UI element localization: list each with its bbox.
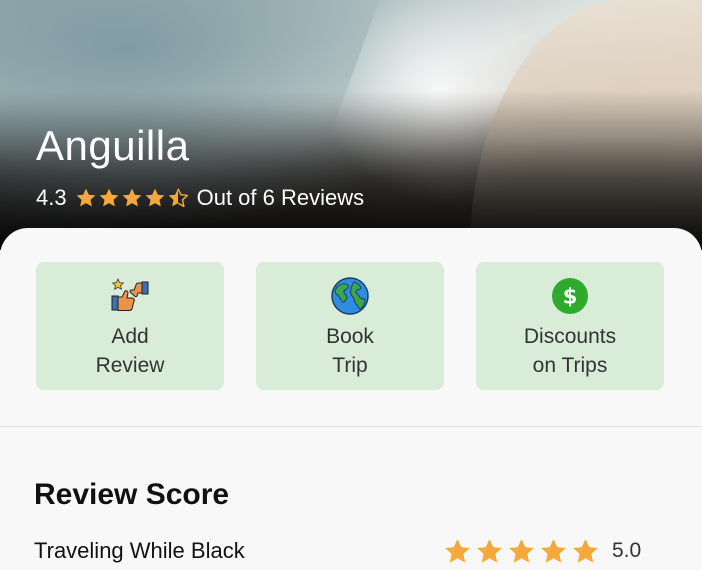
star-icon bbox=[76, 188, 95, 207]
score-category-value: 5.0 bbox=[612, 539, 642, 562]
discounts-button[interactable]: $ Discounts on Trips bbox=[476, 262, 664, 390]
book-trip-label: Book Trip bbox=[256, 322, 444, 380]
book-trip-label-line1: Book bbox=[326, 325, 374, 348]
discounts-label-line2: on Trips bbox=[532, 354, 608, 377]
star-icon bbox=[122, 188, 141, 207]
content-sheet: Add Review Book Trip $ Discounts on Trip… bbox=[0, 228, 702, 570]
reviews-count-text: Out of 6 Reviews bbox=[196, 185, 365, 210]
star-icon bbox=[145, 188, 164, 207]
star-icon bbox=[99, 188, 118, 207]
rating-value: 4.3 bbox=[36, 185, 67, 210]
hero-banner: Anguilla 4.3 Out of 6 Reviews bbox=[0, 0, 702, 250]
star-icon bbox=[541, 539, 566, 563]
star-icon bbox=[573, 539, 598, 563]
star-icon bbox=[445, 539, 470, 563]
svg-text:$: $ bbox=[563, 285, 578, 309]
hero-shade bbox=[0, 90, 702, 250]
book-trip-button[interactable]: Book Trip bbox=[256, 262, 444, 390]
star-icon bbox=[477, 539, 502, 563]
add-review-label-line1: Add bbox=[111, 325, 149, 348]
half-star-icon bbox=[168, 188, 188, 208]
review-score-title: Review Score bbox=[34, 478, 230, 511]
score-category-label: Traveling While Black bbox=[34, 538, 245, 563]
thumbs-review-icon bbox=[111, 278, 149, 311]
add-review-button[interactable]: Add Review bbox=[36, 262, 224, 390]
dollar-coin-icon: $ bbox=[552, 278, 588, 314]
add-review-label-line2: Review bbox=[95, 354, 165, 377]
star-icon bbox=[509, 539, 534, 563]
section-divider bbox=[0, 426, 702, 427]
place-title: Anguilla bbox=[36, 122, 190, 169]
book-trip-label-line2: Trip bbox=[332, 354, 368, 377]
discounts-label-line1: Discounts bbox=[523, 325, 617, 348]
score-category-stars bbox=[443, 537, 600, 566]
add-review-label: Add Review bbox=[36, 322, 224, 380]
globe-icon bbox=[331, 277, 369, 315]
rating-stars bbox=[75, 187, 189, 209]
discounts-label: Discounts on Trips bbox=[476, 322, 664, 380]
rating-summary: 4.3 Out of 6 Reviews bbox=[36, 184, 364, 212]
